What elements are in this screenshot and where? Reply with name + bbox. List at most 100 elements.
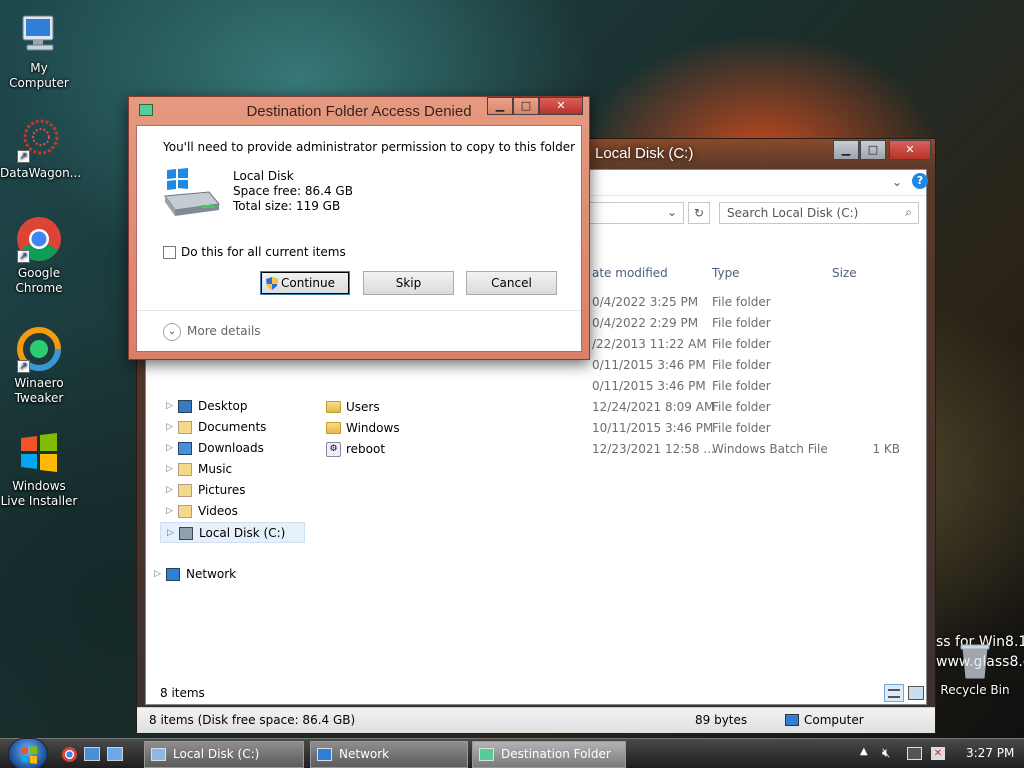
file-type: File folder	[712, 337, 771, 351]
disk-name: Local Disk	[233, 169, 294, 183]
expand-arrow-icon[interactable]: ▷	[166, 417, 173, 438]
file-name: reboot	[346, 442, 386, 456]
file-name: Windows	[346, 421, 400, 435]
computer-icon	[785, 714, 799, 726]
sidebar-item-label: Desktop	[198, 399, 248, 413]
maximize-button[interactable]: □	[860, 140, 886, 160]
action-center-icon[interactable]: ✕	[931, 747, 945, 760]
file-date: 10/11/2015 3:46 PM	[592, 421, 714, 435]
refresh-button[interactable]: ↻	[688, 202, 710, 224]
sidebar-item-desktop[interactable]: ▷ Desktop	[160, 396, 305, 417]
file-type: File folder	[712, 400, 771, 414]
videos-icon	[178, 505, 192, 518]
minimize-button[interactable]: ▁	[833, 140, 859, 160]
desktop-icon-label: My Computer	[9, 61, 69, 90]
expand-arrow-icon[interactable]: ▷	[166, 438, 173, 459]
apply-all-label: Do this for all current items	[181, 245, 346, 259]
network-icon	[317, 748, 332, 761]
desktop-icon-windows-live-installer[interactable]: Windows Live Installer	[0, 428, 78, 509]
sidebar-item-downloads[interactable]: ▷ Downloads	[160, 438, 305, 459]
desktop-icon-google-chrome[interactable]: ↗ Google Chrome	[0, 215, 78, 296]
file-date: 0/11/2015 3:46 PM	[592, 379, 706, 393]
folder-icon	[326, 422, 341, 434]
details-view-button[interactable]	[884, 684, 904, 702]
desktop-icon-winaero-tweaker[interactable]: ↗ Winaero Tweaker	[0, 325, 78, 406]
expand-arrow-icon[interactable]: ▷	[166, 501, 173, 522]
column-header-date[interactable]: ate modified	[592, 266, 668, 286]
computer-icon	[15, 10, 63, 58]
sidebar-item-pictures[interactable]: ▷ Pictures	[160, 480, 305, 501]
dialog-maximize-button[interactable]: □	[513, 97, 539, 115]
shortcut-arrow-icon: ↗	[17, 250, 30, 263]
column-header-type[interactable]: Type	[712, 266, 740, 286]
details-view-icon	[888, 689, 900, 698]
show-hidden-icons-button[interactable]: ▲	[860, 746, 868, 757]
taskbar: Local Disk (C:) Network Destination Fold…	[0, 738, 1024, 768]
volume-muted-icon[interactable]: 🔇︎	[882, 746, 890, 761]
chevron-down-icon[interactable]: ⌄	[667, 205, 677, 219]
large-icons-view-button[interactable]	[908, 686, 924, 700]
chevron-down-icon: ⌄	[163, 323, 181, 341]
start-button[interactable]	[8, 738, 48, 768]
desktop-icon-label: Windows Live Installer	[0, 479, 78, 508]
sidebar-item-label: Videos	[198, 504, 238, 518]
continue-label: Continue	[281, 276, 335, 290]
sidebar-item-music[interactable]: ▷ Music	[160, 459, 305, 480]
desktop-icon-my-computer[interactable]: My Computer	[0, 10, 78, 91]
sidebar-item-label: Downloads	[198, 441, 264, 455]
expand-arrow-icon[interactable]: ▷	[166, 459, 173, 480]
dialog-minimize-button[interactable]: ▁	[487, 97, 513, 115]
status-location: Computer	[804, 713, 864, 727]
batch-file-icon: ⚙	[326, 442, 341, 457]
show-desktop-icon[interactable]	[84, 747, 100, 761]
expand-arrow-icon[interactable]: ▷	[166, 396, 173, 417]
chevron-down-icon[interactable]: ⌄	[892, 175, 902, 189]
desktop-icon-datawagon[interactable]: ↗ DataWagon...	[0, 115, 81, 181]
expand-arrow-icon[interactable]: ▷	[167, 523, 174, 544]
copy-icon	[479, 748, 494, 761]
file-type: Windows Batch File	[712, 442, 828, 456]
sidebar-item-documents[interactable]: ▷ Documents	[160, 417, 305, 438]
file-type: File folder	[712, 358, 771, 372]
datawagon-icon: ↗	[15, 115, 63, 163]
more-details-button[interactable]: ⌄ More details	[163, 323, 263, 341]
network-icon	[166, 568, 180, 581]
refresh-icon: ↻	[693, 206, 705, 220]
dialog-close-button[interactable]: ✕	[539, 97, 583, 115]
switch-windows-icon[interactable]	[107, 747, 123, 761]
taskbar-item-destination-folder[interactable]: Destination Folder A...	[472, 741, 626, 768]
sidebar-item-label: Network	[186, 567, 237, 581]
file-date: 0/11/2015 3:46 PM	[592, 358, 706, 372]
cancel-button[interactable]: Cancel	[466, 271, 557, 295]
folder-icon	[326, 401, 341, 413]
winaero-tweaker-icon: ↗	[15, 325, 63, 373]
expand-arrow-icon[interactable]: ▷	[154, 564, 161, 585]
taskbar-item-local-disk[interactable]: Local Disk (C:)	[144, 741, 304, 768]
continue-button[interactable]: Continue	[260, 271, 350, 295]
disk-total-size: Total size: 119 GB	[233, 199, 341, 213]
file-type: File folder	[712, 421, 771, 435]
desktop-icon-recycle-bin[interactable]: Recycle Bin	[936, 640, 1014, 698]
chrome-icon[interactable]	[62, 747, 77, 762]
taskbar-item-network[interactable]: Network	[310, 741, 468, 768]
sidebar-item-videos[interactable]: ▷ Videos	[160, 501, 305, 522]
sidebar-item-network[interactable]: ▷ Network	[148, 564, 293, 585]
file-date: 0/4/2022 2:29 PM	[592, 316, 699, 330]
network-status-icon[interactable]	[907, 747, 922, 760]
expand-arrow-icon[interactable]: ▷	[166, 480, 173, 501]
apply-all-checkbox[interactable]	[163, 246, 176, 259]
search-placeholder: Search Local Disk (C:)	[727, 206, 859, 220]
clock[interactable]: 3:27 PM	[966, 746, 1014, 760]
sidebar-item-local-disk[interactable]: ▷ Local Disk (C:)	[160, 522, 305, 543]
close-button[interactable]: ✕	[889, 140, 931, 160]
skip-button[interactable]: Skip	[363, 271, 454, 295]
help-icon[interactable]: ?	[912, 173, 928, 189]
desktop-icon-label: Recycle Bin	[940, 683, 1010, 697]
search-icon: ⌕	[905, 205, 912, 219]
search-input[interactable]: Search Local Disk (C:) ⌕	[719, 202, 919, 224]
desktop-icon-label: Google Chrome	[15, 266, 63, 295]
column-header-size[interactable]: Size	[832, 266, 857, 286]
taskbar-item-label: Network	[339, 747, 390, 761]
file-type: File folder	[712, 295, 771, 309]
windows-flag-icon	[15, 428, 63, 476]
